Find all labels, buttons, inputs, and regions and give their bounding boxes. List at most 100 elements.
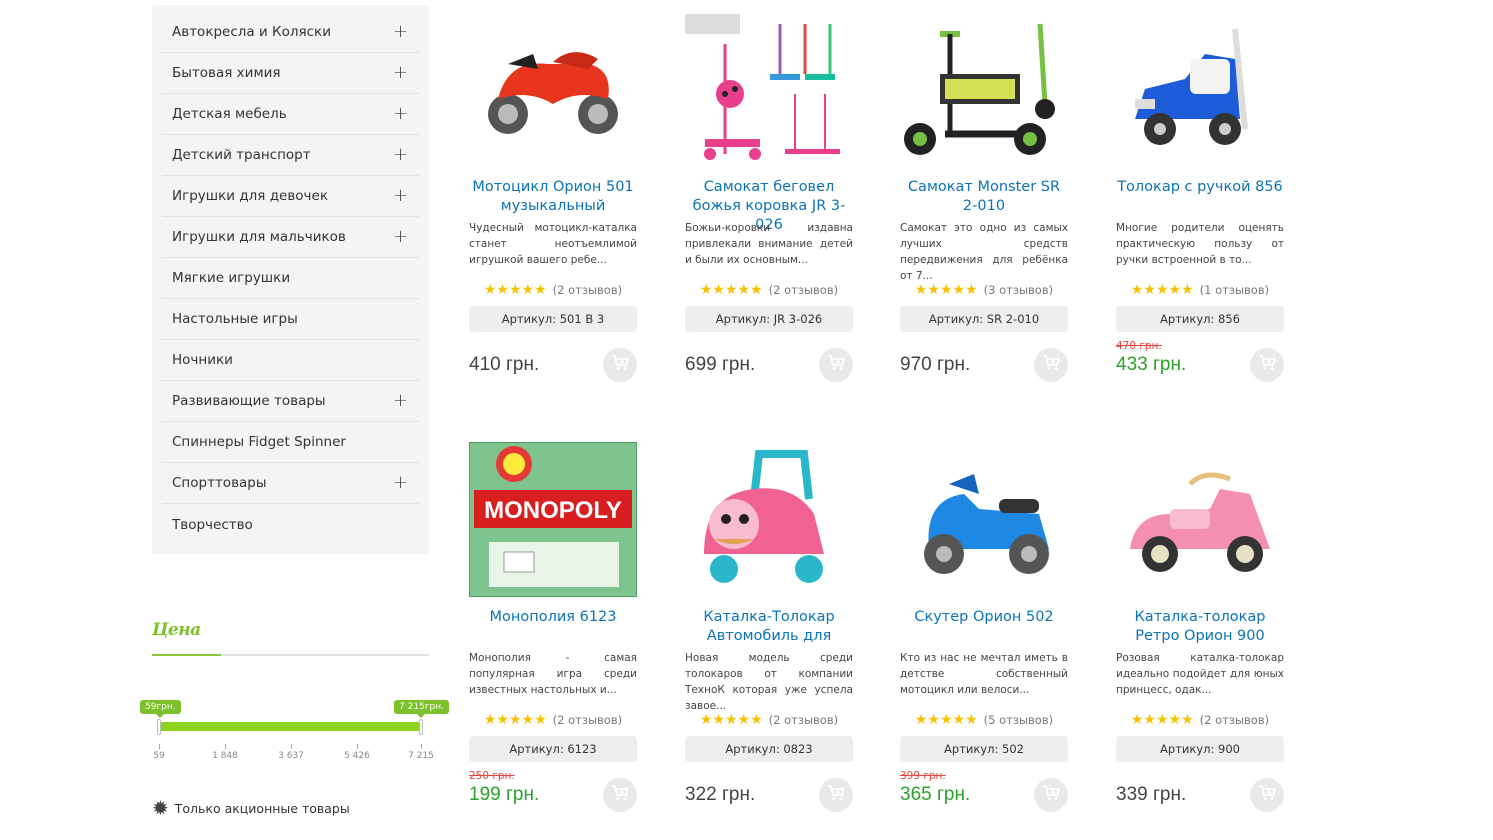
product-sku: Артикул: 856 (1116, 306, 1284, 332)
review-count[interactable]: (2 отзывов) (553, 283, 622, 297)
slider-max-handle[interactable] (419, 719, 423, 735)
price-filter: Цена 59грн. 7 215грн. 59 1 848 3 637 5 426 7… (140, 620, 449, 818)
category-label: Детский транспорт (172, 147, 311, 163)
product-image[interactable] (469, 10, 637, 168)
product-card: Самокат Monster SR 2-010 Самокат это одно… (900, 10, 1068, 382)
sidebar-category-item[interactable]: Развивающие товары + (162, 381, 419, 422)
add-to-cart-button[interactable] (1034, 348, 1068, 382)
sidebar-category-item[interactable]: Творчество (162, 504, 419, 545)
product-name-link[interactable]: Самокат Monster SR 2-010 (900, 178, 1068, 216)
plus-icon[interactable]: + (393, 187, 408, 205)
sidebar-category-item[interactable]: Спиннеры Fidget Spinner (162, 422, 419, 463)
category-sidebar: Автокресла и Коляски + Бытовая химия + Детск… (152, 5, 429, 554)
category-label: Игрушки для девочек (172, 188, 328, 204)
product-name-link[interactable]: Каталка-толокар Ретро Орион 900 (1116, 608, 1284, 646)
product-name-link[interactable]: Монополия 6123 (469, 608, 637, 646)
product-description: Розовая каталка-толокар идеально подойде… (1116, 652, 1284, 696)
product-image[interactable] (685, 10, 853, 168)
sidebar-category-item[interactable]: Бытовая химия + (162, 53, 419, 94)
plus-icon[interactable]: + (393, 474, 408, 492)
product-image[interactable]: MONOPOLY (469, 440, 637, 598)
product-image[interactable] (685, 440, 853, 598)
sidebar-category-item[interactable]: Спорттовары + (162, 463, 419, 504)
category-label: Развивающие товары (172, 393, 326, 409)
review-count[interactable]: (2 отзывов) (769, 283, 838, 297)
product-image[interactable] (900, 440, 1068, 598)
product-price: 199 грн. (469, 784, 540, 805)
price-row: 470 грн. 433 грн. (1116, 340, 1284, 382)
product-description: Кто из нас не мечтал иметь в детстве соб… (900, 652, 1068, 696)
sidebar-category-item[interactable]: Детский транспорт + (162, 135, 419, 176)
star-icons: ★★★★★ (914, 712, 978, 728)
plus-icon[interactable]: + (393, 105, 408, 123)
product-image[interactable] (900, 10, 1068, 168)
product-sku: Артикул: 501 В 3 (469, 306, 637, 332)
category-list: Автокресла и Коляски + Бытовая химия + Детск… (152, 5, 429, 545)
product-image[interactable] (1116, 10, 1284, 168)
cart-plus-icon (611, 355, 630, 375)
product-card: MONOPOLY Монополия 6123 Монополия - самая … (469, 440, 637, 812)
add-to-cart-button[interactable] (1250, 348, 1284, 382)
product-rating: ★★★★★ (2 отзывов) (685, 282, 853, 298)
product-card: Толокар с ручкой 856 Многие родители оцен… (1116, 10, 1284, 382)
review-count[interactable]: (2 отзывов) (553, 713, 622, 727)
sidebar-category-item[interactable]: Мягкие игрушки (162, 258, 419, 299)
plus-icon[interactable]: + (393, 64, 408, 82)
price-row: 250 грн. 199 грн. (469, 770, 637, 812)
product-name-link[interactable]: Каталка-Толокар Автомобиль для (685, 608, 853, 646)
plus-icon[interactable]: + (393, 392, 408, 410)
review-count[interactable]: (5 отзывов) (984, 713, 1053, 727)
cart-plus-icon (611, 785, 630, 805)
slider-min-handle[interactable] (157, 719, 161, 735)
sidebar-category-item[interactable]: Настольные игры (162, 299, 419, 340)
add-to-cart-button[interactable] (819, 348, 853, 382)
product-rating: ★★★★★ (2 отзывов) (1116, 712, 1284, 728)
review-count[interactable]: (1 отзывов) (1200, 283, 1269, 297)
cart-plus-icon (1258, 355, 1277, 375)
star-icons: ★★★★★ (483, 282, 547, 298)
star-icons: ★★★★★ (699, 282, 763, 298)
product-rating: ★★★★★ (5 отзывов) (900, 712, 1068, 728)
product-sku: Артикул: JR 3-026 (685, 306, 853, 332)
sidebar-category-item[interactable]: Детская мебель + (162, 94, 419, 135)
product-sku: Артикул: 502 (900, 736, 1068, 762)
gear-icon: ✹ (152, 796, 169, 820)
sidebar-category-item[interactable]: Игрушки для мальчиков + (162, 217, 419, 258)
slider-tick-label: 59 (153, 751, 165, 761)
add-to-cart-button[interactable] (819, 778, 853, 812)
sidebar-category-item[interactable]: Автокресла и Коляски + (162, 12, 419, 53)
product-price: 322 грн. (685, 784, 756, 805)
product-card: Скутер Орион 502 Кто из нас не мечтал име… (900, 440, 1068, 812)
plus-icon[interactable]: + (393, 23, 408, 41)
product-sku: Артикул: SR 2-010 (900, 306, 1068, 332)
product-rating: ★★★★★ (1 отзывов) (1116, 282, 1284, 298)
sidebar-category-item[interactable]: Ночники (162, 340, 419, 381)
slider-tick-label: 7 215 (408, 751, 434, 761)
plus-icon[interactable]: + (393, 228, 408, 246)
product-name-link[interactable]: Мотоцикл Орион 501 музыкальный (469, 178, 637, 216)
product-name-link[interactable]: Толокар с ручкой 856 (1116, 178, 1284, 216)
price-slider[interactable]: 59грн. 7 215грн. 59 1 848 3 637 5 426 7 215 (140, 696, 449, 776)
review-count[interactable]: (2 отзывов) (1200, 713, 1269, 727)
cart-plus-icon (827, 785, 846, 805)
sidebar-category-item[interactable]: Игрушки для девочек + (162, 176, 419, 217)
promo-only-toggle[interactable]: ✹ Только акционные товары (152, 798, 350, 818)
category-label: Спиннеры Fidget Spinner (172, 434, 346, 450)
add-to-cart-button[interactable] (603, 778, 637, 812)
add-to-cart-button[interactable] (1034, 778, 1068, 812)
cart-plus-icon (1042, 355, 1061, 375)
add-to-cart-button[interactable] (603, 348, 637, 382)
review-count[interactable]: (3 отзывов) (984, 283, 1053, 297)
product-description: Самокат это одно из самых лучших средств… (900, 222, 1068, 282)
product-name-link[interactable]: Скутер Орион 502 (900, 608, 1068, 646)
review-count[interactable]: (2 отзывов) (769, 713, 838, 727)
product-rating: ★★★★★ (2 отзывов) (685, 712, 853, 728)
product-image[interactable] (1116, 440, 1284, 598)
product-description: Чудесный мотоцикл-каталка станет неотъем… (469, 222, 637, 266)
product-sku: Артикул: 900 (1116, 736, 1284, 762)
product-name-link[interactable]: Самокат беговел божья коровка JR 3-026 (685, 178, 853, 233)
add-to-cart-button[interactable] (1250, 778, 1284, 812)
price-row: 699 грн. (685, 340, 853, 382)
plus-icon[interactable]: + (393, 146, 408, 164)
promo-only-label: Только акционные товары (174, 800, 350, 816)
